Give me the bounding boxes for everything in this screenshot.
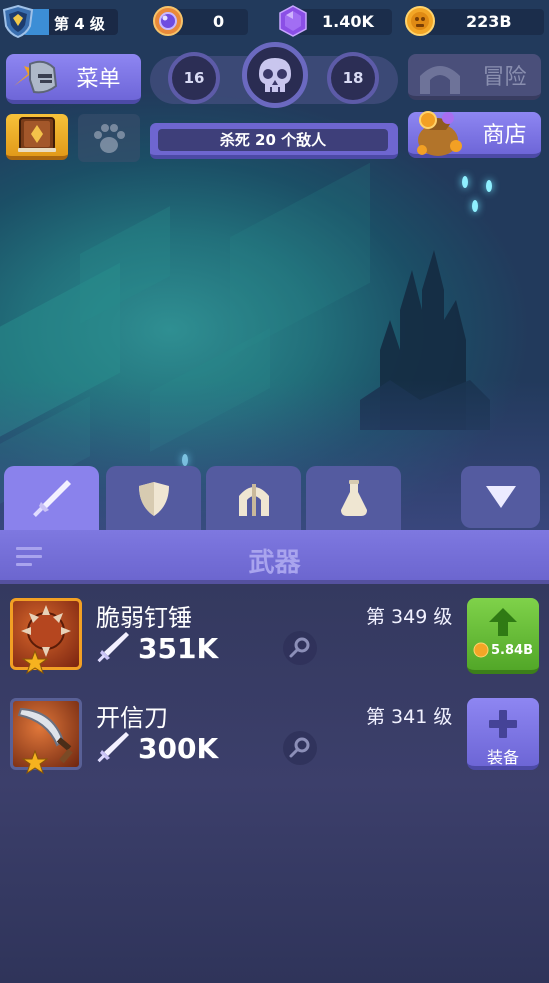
spark-icon (462, 176, 468, 188)
equip-button[interactable]: 装备 (467, 698, 539, 770)
coin-icon (473, 642, 489, 658)
item-level: 第 341 级 (366, 706, 453, 728)
helmet-icon (238, 484, 269, 516)
magnify-icon[interactable] (282, 730, 318, 766)
sword-icon (32, 480, 71, 517)
list-item: 开信刀 300K 第 341 级 装备 (0, 694, 549, 790)
terrain-block (80, 206, 170, 324)
menu-button[interactable]: 菜单 (6, 54, 141, 104)
upgrade-cost: 5.84B (467, 642, 539, 658)
potion-icon (340, 480, 367, 516)
section-header: 武器 (0, 530, 549, 584)
star-icon (22, 650, 48, 674)
tab-dropdown[interactable] (461, 466, 540, 528)
list-item: 脆弱钉锤 351K 第 349 级 5.84B (0, 594, 549, 690)
skull-icon (259, 58, 291, 92)
adventure-button-label: 冒险 (482, 65, 527, 90)
tab-weapons[interactable] (4, 466, 99, 532)
adventure-button[interactable]: 冒险 (408, 54, 541, 100)
dropdown-arrow-icon (485, 486, 516, 508)
magnify-icon[interactable] (282, 630, 318, 666)
item-level: 第 349 级 (366, 606, 453, 628)
previous-stage: 16 (168, 52, 220, 104)
star-icon (22, 750, 48, 774)
hud-bar: 第 4 级 0 1.40K 223B (0, 0, 549, 44)
spark-icon (472, 200, 478, 212)
plus-icon (489, 710, 517, 738)
portal-icon (420, 66, 460, 94)
tab-potions[interactable] (306, 466, 401, 532)
next-stage: 18 (327, 52, 379, 104)
item-power: 300K (138, 732, 219, 765)
rank-shield-icon (2, 4, 34, 38)
equip-button-label: 装备 (486, 748, 519, 767)
upgrade-cost-value: 5.84B (491, 642, 533, 658)
orb-icon (153, 6, 183, 36)
gem-count: 1.40K (322, 12, 374, 31)
tab-armor[interactable] (106, 466, 201, 532)
shop-button[interactable]: 商店 (408, 111, 541, 158)
coin-icon (405, 6, 435, 36)
next-stage-number: 18 (342, 69, 364, 87)
tab-helmets[interactable] (206, 466, 301, 532)
item-name: 开信刀 (96, 704, 168, 732)
spark-icon (486, 180, 492, 192)
pet-button[interactable] (78, 114, 140, 162)
item-power: 351K (138, 632, 219, 665)
menu-button-label: 菜单 (76, 67, 121, 92)
terrain-block (230, 162, 370, 358)
orb-count: 0 (213, 12, 225, 31)
section-title: 武器 (248, 548, 301, 578)
book-icon (18, 117, 56, 152)
upgrade-arrow-icon (489, 608, 517, 636)
gem-icon (279, 5, 307, 37)
previous-stage-number: 16 (183, 69, 205, 87)
boss-stage[interactable] (242, 42, 308, 108)
paw-icon (94, 124, 125, 153)
upgrade-button[interactable]: 5.84B (467, 598, 539, 674)
quest-text: 杀死 20 个敌人 (158, 129, 388, 151)
player-level: 第 4 级 (54, 15, 105, 33)
knight-helmet-icon (14, 60, 58, 94)
sword-power-icon (97, 732, 129, 763)
sword-power-icon (97, 632, 129, 663)
treasure-bag-icon (417, 111, 462, 156)
coin-count: 223B (466, 12, 512, 31)
spellbook-button[interactable] (6, 114, 68, 160)
shield-icon (138, 482, 169, 516)
shop-button-label: 商店 (482, 123, 527, 148)
quest-panel: 杀死 20 个敌人 (150, 123, 398, 159)
item-name: 脆弱钉锤 (96, 604, 192, 632)
